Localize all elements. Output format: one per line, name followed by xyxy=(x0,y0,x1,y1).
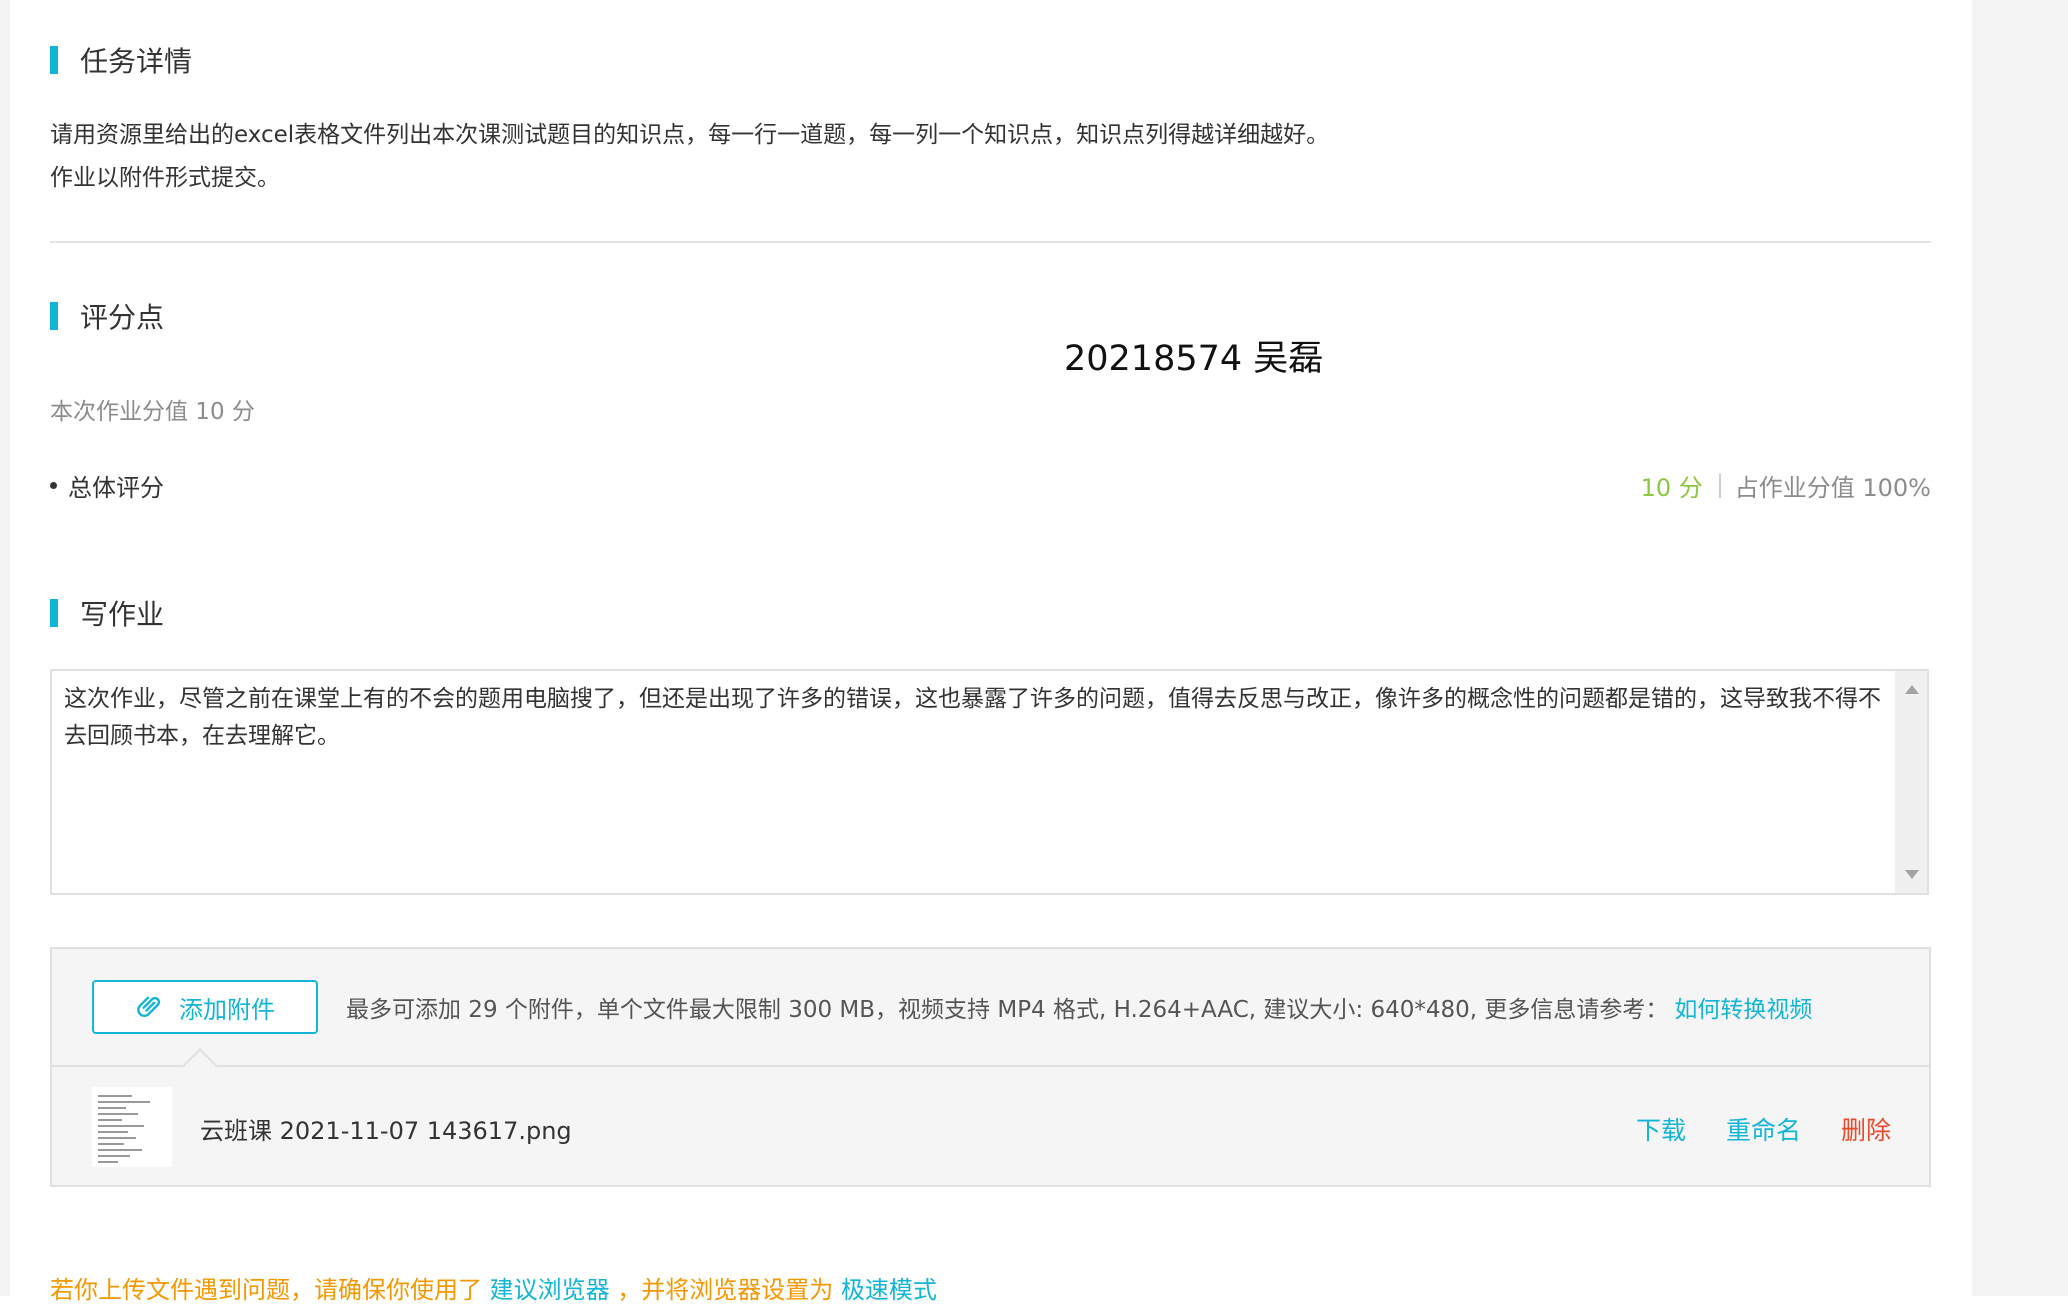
answer-scrollbar[interactable] xyxy=(1895,671,1927,893)
tip-text-1: 若你上传文件遇到问题，请确保你使用了 xyxy=(50,1276,482,1304)
recommended-browser-link[interactable]: 建议浏览器 xyxy=(490,1276,610,1304)
video-convert-link[interactable]: 如何转换视频 xyxy=(1674,997,1812,1023)
heading-accent-bar xyxy=(50,302,58,330)
delete-link[interactable]: 删除 xyxy=(1841,1111,1891,1147)
section-divider xyxy=(50,241,1931,243)
add-attachment-label: 添加附件 xyxy=(179,995,275,1024)
image-thumbnail-icon[interactable] xyxy=(92,1087,172,1167)
scroll-down-arrow-icon[interactable] xyxy=(1905,870,1919,879)
criterion-score: 10 分 占作业分值 100% xyxy=(1641,468,1931,503)
download-link[interactable]: 下载 xyxy=(1636,1111,1686,1147)
add-attachment-button[interactable]: 添加附件 xyxy=(92,980,318,1034)
attachment-file-name: 云班课 2021-11-07 143617.png xyxy=(200,1117,572,1145)
attachment-file-actions: 下载 重命名 删除 xyxy=(1596,1111,1891,1147)
homework-page: 任务详情 请用资源里给出的excel表格文件列出本次课测试题目的知识点，每一行一… xyxy=(0,0,2068,1304)
attachment-info-text: 最多可添加 29 个附件，单个文件最大限制 300 MB，视频支持 MP4 格式… xyxy=(346,997,1669,1023)
write-title: 写作业 xyxy=(80,598,165,631)
answer-text[interactable]: 这次作业，尽管之前在课堂上有的不会的题用电脑搜了，但还是出现了许多的错误，这也暴… xyxy=(64,681,1894,755)
bullet-dot xyxy=(50,482,57,489)
task-details-title: 任务详情 xyxy=(80,45,193,78)
criterion-item: 总体评分 xyxy=(50,468,164,503)
grading-title: 评分点 xyxy=(80,301,165,334)
tip-text-2: ，并将浏览器设置为 xyxy=(617,1276,834,1304)
grading-heading: 评分点 xyxy=(50,298,164,334)
rename-link[interactable]: 重命名 xyxy=(1726,1111,1801,1147)
task-description-line1: 请用资源里给出的excel表格文件列出本次课测试题目的知识点，每一行一道题，每一… xyxy=(50,122,1330,148)
answer-textarea[interactable]: 这次作业，尽管之前在课堂上有的不会的题用电脑搜了，但还是出现了许多的错误，这也暴… xyxy=(50,669,1929,895)
criterion-share: 占作业分值 100% xyxy=(1734,474,1931,502)
task-details-heading: 任务详情 xyxy=(50,42,192,78)
upload-help-tip: 若你上传文件遇到问题，请确保你使用了 建议浏览器 ，并将浏览器设置为 极速模式 xyxy=(50,1270,937,1305)
total-score-note: 本次作业分值 10 分 xyxy=(50,399,255,425)
left-edge-strip xyxy=(0,0,10,1296)
paperclip-icon xyxy=(135,992,165,1022)
attachment-file-row: 云班课 2021-11-07 143617.png 下载 重命名 删除 xyxy=(52,1067,1929,1185)
attachment-panel: 添加附件 最多可添加 29 个附件，单个文件最大限制 300 MB，视频支持 M… xyxy=(50,947,1931,1187)
speed-mode-link[interactable]: 极速模式 xyxy=(841,1276,937,1304)
attachment-toolbar: 添加附件 最多可添加 29 个附件，单个文件最大限制 300 MB，视频支持 M… xyxy=(52,949,1929,1067)
write-heading: 写作业 xyxy=(50,595,164,631)
right-gutter xyxy=(1972,0,2068,1296)
task-description-line2: 作业以附件形式提交。 xyxy=(50,165,280,191)
criterion-label: 总体评分 xyxy=(68,474,164,502)
attachment-limits-info: 最多可添加 29 个附件，单个文件最大限制 300 MB，视频支持 MP4 格式… xyxy=(346,990,1812,1024)
score-separator xyxy=(1718,473,1721,498)
heading-accent-bar xyxy=(50,599,58,627)
criterion-points: 10 分 xyxy=(1640,474,1703,502)
scroll-up-arrow-icon[interactable] xyxy=(1905,685,1919,694)
heading-accent-bar xyxy=(50,46,58,74)
student-id-name: 20218574 吴磊 xyxy=(1064,339,1324,379)
